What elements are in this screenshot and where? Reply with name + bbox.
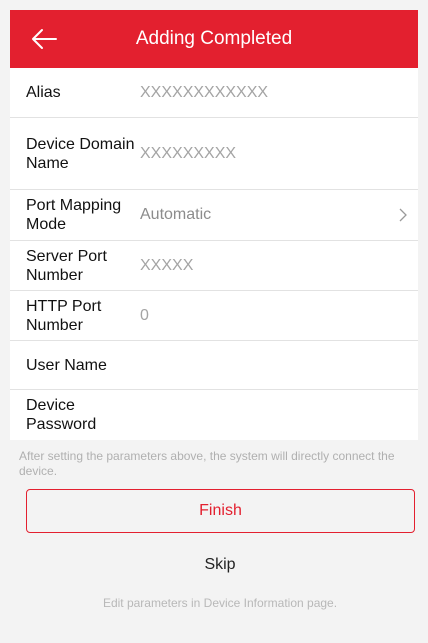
- port-mapping-label: Port Mapping Mode: [26, 197, 122, 233]
- chevron-wrapper: [398, 190, 408, 240]
- domain-input[interactable]: [140, 118, 388, 189]
- domain-label: Device Domain Name: [26, 135, 135, 172]
- password-row: Device Password: [10, 390, 418, 440]
- arrow-left-icon: [32, 29, 57, 49]
- page-title: Adding Completed: [135, 28, 293, 49]
- back-button[interactable]: [28, 23, 60, 55]
- username-input[interactable]: [140, 341, 388, 389]
- chevron-right-icon: [399, 208, 407, 222]
- domain-row: Device Domain Name: [10, 118, 418, 190]
- username-label: User Name: [26, 356, 107, 374]
- device-settings-form: Alias Device Domain Name Port Mapping Mo…: [10, 68, 418, 440]
- connection-note: After setting the parameters above, the …: [19, 449, 395, 478]
- password-label: Device Password: [26, 397, 97, 433]
- edit-hint: Edit parameters in Device Information pa…: [102, 596, 338, 610]
- username-row: User Name: [10, 341, 418, 390]
- server-port-row: Server Port Number: [10, 241, 418, 291]
- http-port-row: HTTP Port Number: [10, 291, 418, 341]
- alias-row: Alias: [10, 68, 418, 118]
- http-port-input[interactable]: [140, 291, 388, 340]
- port-mapping-value: Automatic: [140, 206, 212, 223]
- header-bar: Adding Completed: [10, 10, 418, 68]
- server-port-label: Server Port Number: [26, 247, 107, 284]
- finish-button[interactable]: Finish: [26, 489, 415, 533]
- http-port-label: HTTP Port Number: [26, 297, 102, 334]
- alias-input[interactable]: [140, 68, 388, 117]
- server-port-input[interactable]: [140, 241, 388, 290]
- app-screen: Adding Completed Alias Device Domain Nam…: [10, 10, 418, 643]
- port-mapping-row[interactable]: Port Mapping Mode Automatic: [10, 190, 418, 241]
- skip-button[interactable]: Skip: [10, 556, 418, 582]
- alias-label: Alias: [26, 84, 61, 101]
- password-input[interactable]: [140, 390, 388, 440]
